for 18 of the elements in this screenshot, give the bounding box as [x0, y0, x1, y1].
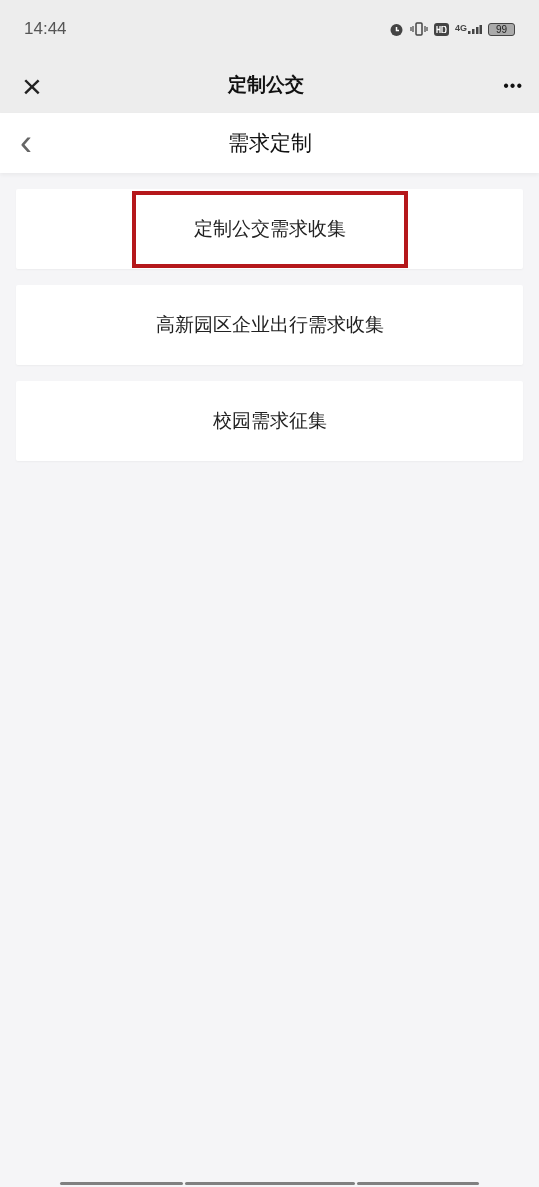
more-button[interactable]: ••• — [483, 73, 523, 98]
network-label: 4G — [455, 24, 467, 33]
menu-item[interactable]: 高新园区企业出行需求收集 — [16, 285, 523, 365]
gesture-bar[interactable] — [60, 1182, 183, 1185]
section-title: 需求定制 — [227, 130, 312, 157]
hd-icon — [434, 22, 449, 36]
back-button[interactable]: ‹ — [20, 125, 52, 161]
gesture-bar[interactable] — [185, 1182, 355, 1185]
alarm-icon — [389, 21, 404, 37]
gesture-bar[interactable] — [357, 1182, 479, 1185]
menu-item[interactable]: 校园需求征集 — [16, 381, 523, 461]
battery-icon: 99 — [488, 22, 515, 36]
signal-icon — [468, 24, 482, 34]
page-title: 定制公交 — [227, 73, 304, 98]
vibrate-icon — [410, 22, 428, 36]
status-time: 14:44 — [24, 18, 67, 41]
menu-item[interactable]: 定制公交需求收集 — [16, 189, 523, 269]
close-button[interactable]: × — [16, 68, 48, 103]
